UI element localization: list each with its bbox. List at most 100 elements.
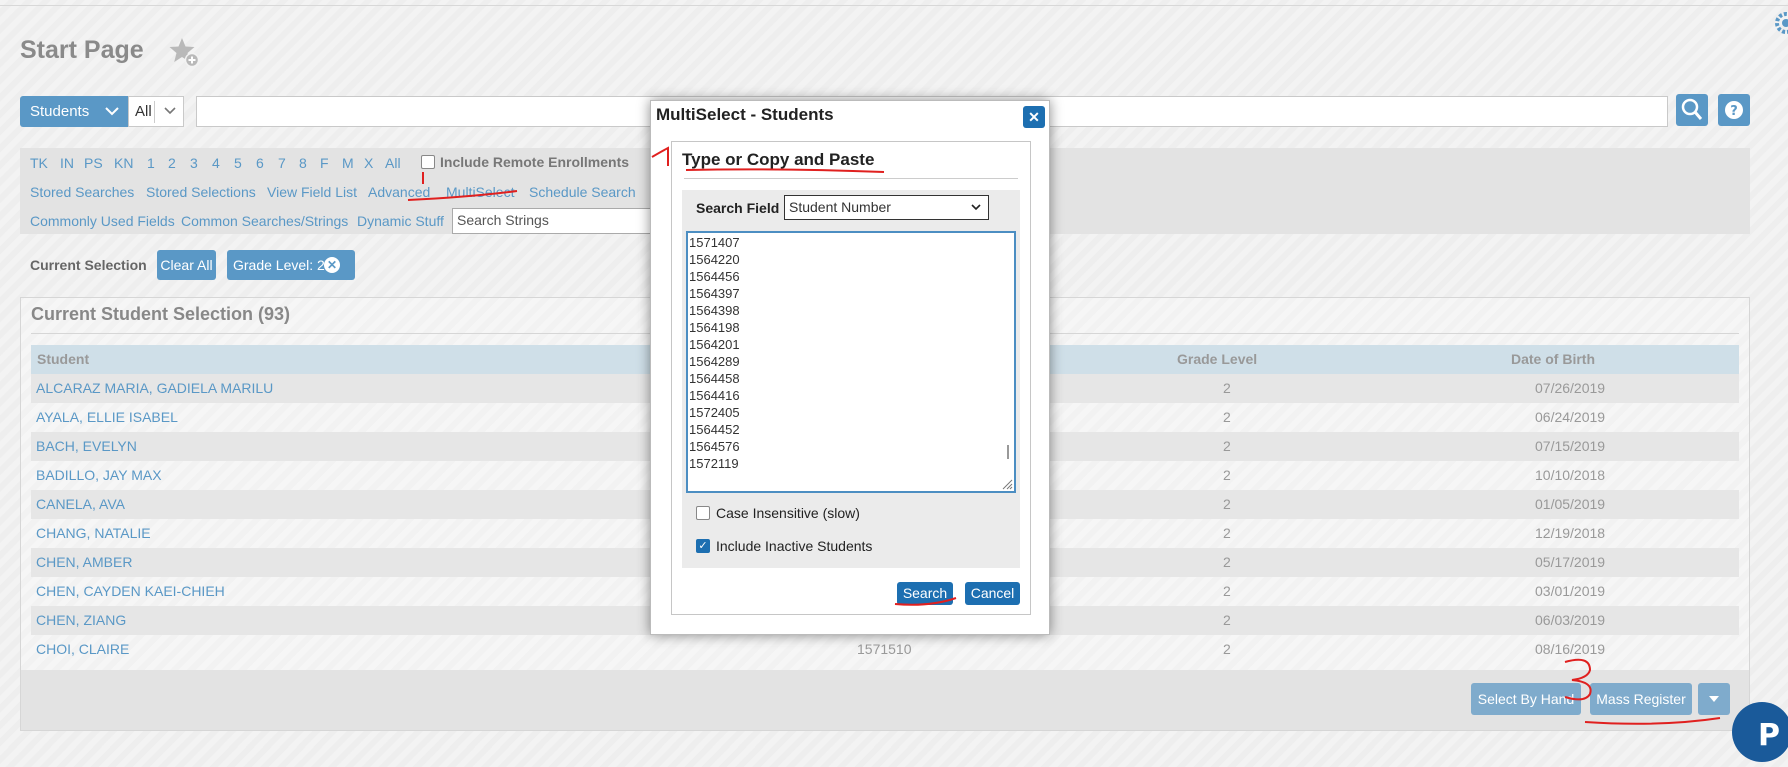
- student-grade: 2: [1223, 554, 1231, 570]
- search-button[interactable]: [1676, 94, 1708, 126]
- subscope-select[interactable]: All: [128, 96, 184, 127]
- search-strings-input[interactable]: Search Strings: [452, 208, 652, 234]
- student-grade: 2: [1223, 438, 1231, 454]
- more-actions-button[interactable]: [1698, 683, 1730, 715]
- case-insensitive-checkbox[interactable]: [696, 506, 710, 520]
- column-date-of-birth[interactable]: Date of Birth: [1511, 351, 1595, 367]
- number-line: 1564416: [689, 388, 740, 403]
- student-grade: 2: [1223, 380, 1231, 396]
- student-dob: 06/03/2019: [1535, 612, 1606, 628]
- student-name-link[interactable]: CHEN, AMBER: [36, 554, 132, 570]
- student-name-link[interactable]: CHEN, ZIANG: [36, 612, 126, 628]
- link-stored-selections[interactable]: Stored Selections: [146, 184, 256, 200]
- include-remote-checkbox[interactable]: [421, 155, 435, 169]
- student-number: 1571510: [857, 641, 912, 657]
- selection-heading: Current Student Selection (93): [31, 304, 291, 324]
- star-add-icon[interactable]: [168, 36, 200, 68]
- link-view-field-list[interactable]: View Field List: [267, 184, 357, 200]
- case-insensitive-label: Case Insensitive (slow): [716, 505, 860, 521]
- student-name-link[interactable]: CHEN, CAYDEN KAEI-CHIEH: [36, 583, 225, 599]
- top-divider: [0, 5, 1788, 6]
- text-cursor-icon: [1007, 445, 1009, 459]
- grade-link-7[interactable]: 7: [278, 155, 286, 171]
- number-line: 1564289: [689, 354, 740, 369]
- number-line: 1564576: [689, 439, 740, 454]
- clear-all-button[interactable]: Clear All: [157, 250, 216, 280]
- grade-link-m[interactable]: M: [342, 155, 354, 171]
- student-dob: 07/26/2019: [1535, 380, 1606, 396]
- grade-link-ps[interactable]: PS: [84, 155, 103, 171]
- column-grade-level[interactable]: Grade Level: [1177, 351, 1257, 367]
- select-by-hand-button[interactable]: Select By Hand: [1471, 683, 1581, 715]
- grade-link-tk[interactable]: TK: [30, 155, 48, 171]
- close-icon[interactable]: ✕: [1023, 106, 1045, 128]
- link-commonly-used-fields[interactable]: Commonly Used Fields: [30, 213, 175, 229]
- grade-link-1[interactable]: 1: [147, 155, 155, 171]
- grade-link-2[interactable]: 2: [168, 155, 176, 171]
- student-dob: 01/05/2019: [1535, 496, 1606, 512]
- student-name-link[interactable]: CHOI, CLAIRE: [36, 641, 129, 657]
- student-grade: 2: [1223, 583, 1231, 599]
- student-name-link[interactable]: BADILLO, JAY MAX: [36, 467, 162, 483]
- number-line: 1564456: [689, 269, 740, 284]
- grade-link-8[interactable]: 8: [299, 155, 307, 171]
- grade-link-kn[interactable]: KN: [114, 155, 133, 171]
- chevron-down-icon: [105, 107, 119, 116]
- student-grade: 2: [1223, 496, 1231, 512]
- mass-register-button[interactable]: Mass Register: [1590, 683, 1692, 715]
- link-multiselect[interactable]: MultiSelect: [446, 184, 514, 200]
- column-student[interactable]: Student: [37, 351, 89, 367]
- gear-icon[interactable]: [1770, 8, 1788, 38]
- subscope-select-label: All: [135, 103, 152, 120]
- student-dob: 03/01/2019: [1535, 583, 1606, 599]
- number-line: 1572119: [689, 456, 739, 471]
- student-dob: 06/24/2019: [1535, 409, 1606, 425]
- search-field-select[interactable]: Student Number: [784, 195, 989, 220]
- number-line: 1564398: [689, 303, 740, 318]
- dialog-search-button[interactable]: Search: [897, 582, 953, 605]
- grade-link-f[interactable]: F: [320, 155, 329, 171]
- powerschool-logo-icon[interactable]: P: [1732, 702, 1788, 762]
- link-common-searches[interactable]: Common Searches/Strings: [181, 213, 348, 229]
- student-grade: 2: [1223, 612, 1231, 628]
- grade-link-in[interactable]: IN: [60, 155, 74, 171]
- grade-link-x[interactable]: X: [364, 155, 373, 171]
- student-name-link[interactable]: CANELA, AVA: [36, 496, 125, 512]
- include-inactive-checkbox[interactable]: ✓: [696, 539, 710, 553]
- link-advanced[interactable]: Advanced: [368, 184, 430, 200]
- chevron-down-icon: [164, 107, 176, 115]
- grade-link-6[interactable]: 6: [256, 155, 264, 171]
- grade-link-5[interactable]: 5: [234, 155, 242, 171]
- remove-chip-icon[interactable]: ✕: [324, 257, 340, 273]
- grade-link-3[interactable]: 3: [190, 155, 198, 171]
- student-dob: 05/17/2019: [1535, 554, 1606, 570]
- number-line: 1564452: [689, 422, 740, 437]
- resize-grip-icon[interactable]: [1001, 478, 1013, 490]
- help-button[interactable]: ?: [1718, 94, 1750, 126]
- dialog-title: MultiSelect - Students: [656, 105, 834, 124]
- number-line: 1571407: [689, 235, 740, 250]
- number-line: 1564220: [689, 252, 740, 267]
- scope-select[interactable]: Students: [20, 96, 128, 127]
- student-dob: 08/16/2019: [1535, 641, 1606, 657]
- student-name-link[interactable]: ALCARAZ MARIA, GADIELA MARILU: [36, 380, 273, 396]
- dialog-body: Type or Copy and Paste Search Field Stud…: [671, 141, 1031, 615]
- help-icon: ?: [1725, 101, 1743, 119]
- student-name-link[interactable]: CHANG, NATALIE: [36, 525, 151, 541]
- grade-link-all[interactable]: All: [385, 155, 401, 171]
- link-schedule-search[interactable]: Schedule Search: [529, 184, 636, 200]
- student-name-link[interactable]: BACH, EVELYN: [36, 438, 137, 454]
- dialog-cancel-button[interactable]: Cancel: [965, 582, 1020, 605]
- magnify-icon: [1681, 98, 1703, 120]
- chevron-down-icon: [971, 204, 981, 211]
- link-dynamic-stuff[interactable]: Dynamic Stuff: [357, 213, 444, 229]
- grade-link-4[interactable]: 4: [212, 155, 220, 171]
- student-numbers-textarea[interactable]: 1571407 1564220 1564456 1564397 1564398 …: [686, 231, 1016, 493]
- student-name-link[interactable]: AYALA, ELLIE ISABEL: [36, 409, 178, 425]
- select-separator: [154, 101, 155, 123]
- svg-text:P: P: [1758, 718, 1780, 753]
- table-row: CHOI, CLAIRE 1571510 2 08/16/2019: [31, 635, 1739, 664]
- grade-level-chip-label: Grade Level: 2: [233, 257, 325, 273]
- link-stored-searches[interactable]: Stored Searches: [30, 184, 134, 200]
- grade-level-chip: Grade Level: 2 ✕: [227, 250, 355, 280]
